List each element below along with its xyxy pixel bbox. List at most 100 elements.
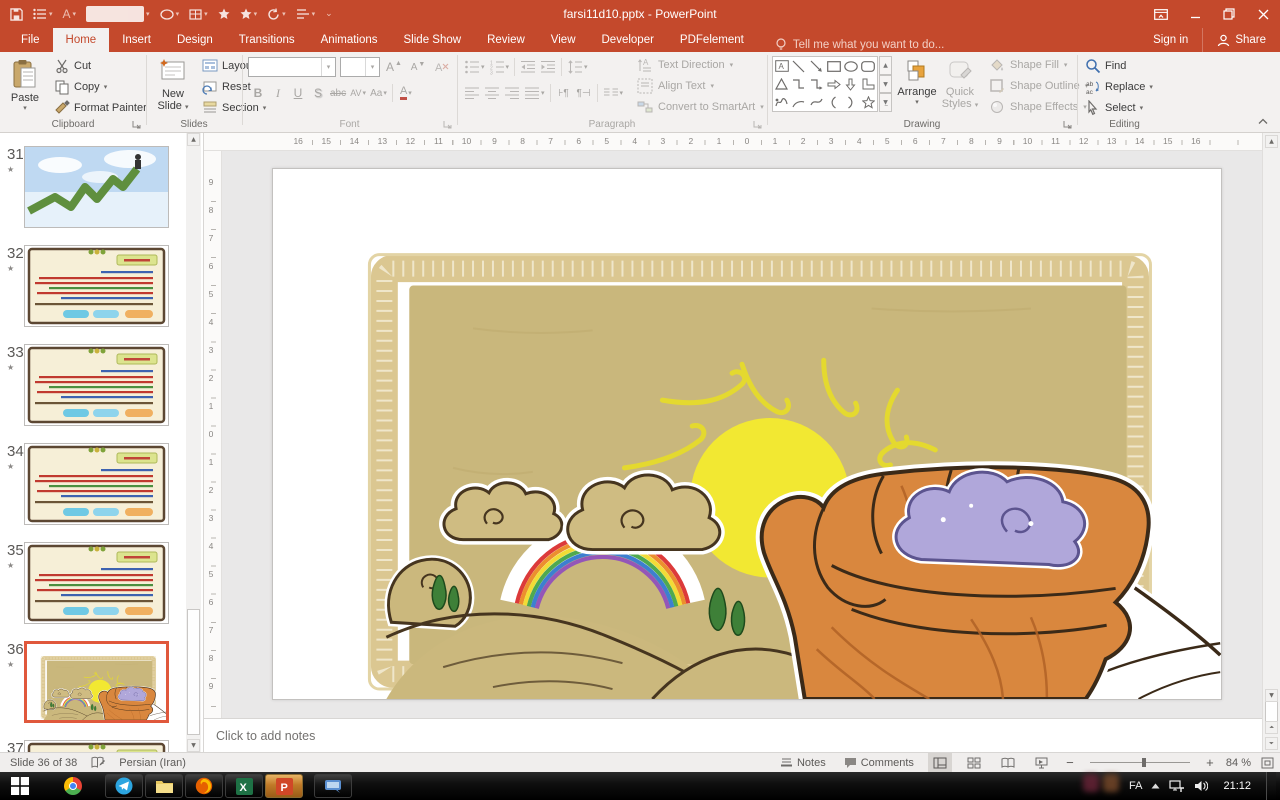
slide-thumbnail-33[interactable]: 33★	[0, 344, 184, 426]
scroll-down-icon[interactable]: ▼	[187, 739, 200, 752]
align-right-button[interactable]	[502, 83, 522, 103]
taskbar-clock[interactable]: 21:12	[1217, 780, 1257, 792]
right-to-left-button[interactable]: ¶⊣	[574, 83, 594, 103]
star-icon[interactable]	[218, 8, 230, 20]
oval-icon[interactable]: ▾	[160, 9, 180, 20]
slide-thumbnail-32[interactable]: 32★	[0, 245, 184, 327]
pinned-app-icon[interactable]	[314, 774, 352, 798]
decrease-indent-button[interactable]	[518, 57, 538, 77]
scroll-down-icon[interactable]: ▼	[1265, 689, 1278, 702]
tab-transitions[interactable]: Transitions	[226, 28, 308, 52]
text-direction-button[interactable]: A Text Direction▾	[633, 54, 768, 75]
shape-left-parenthesis[interactable]	[825, 93, 842, 111]
thumbnail-preview[interactable]	[24, 740, 169, 752]
notes-toggle[interactable]: Notes	[776, 753, 830, 773]
slide-thumbnail-35[interactable]: 35★	[0, 542, 184, 624]
sign-in-button[interactable]: Sign in	[1139, 34, 1202, 46]
shape-right-parenthesis[interactable]	[842, 93, 859, 111]
view-slideshow-icon[interactable]	[1030, 753, 1054, 773]
tab-pdfelement[interactable]: PDFelement	[667, 28, 757, 52]
slide-counter[interactable]: Slide 36 of 38	[10, 757, 77, 769]
shape-triangle[interactable]	[773, 75, 790, 93]
powerpoint-icon[interactable]: P	[265, 774, 303, 798]
tab-developer[interactable]: Developer	[589, 28, 667, 52]
more-icon[interactable]: ⌄	[325, 9, 333, 19]
shape-textbox[interactable]: A	[773, 57, 790, 75]
list-icon[interactable]: ▾	[33, 8, 53, 20]
font-size-combo[interactable]: ▾	[340, 57, 380, 77]
thumbnail-preview[interactable]	[24, 641, 169, 723]
volume-icon[interactable]	[1194, 780, 1208, 792]
align-text-button[interactable]: Align Text▾	[633, 75, 768, 96]
explorer-icon[interactable]	[145, 774, 183, 798]
tab-review[interactable]: Review	[474, 28, 538, 52]
language-input-indicator[interactable]: FA	[1129, 780, 1142, 792]
zoom-level[interactable]: 84 %	[1226, 757, 1251, 769]
columns-button[interactable]: ▾	[601, 83, 626, 103]
shape-star[interactable]	[860, 93, 877, 111]
save-icon[interactable]	[10, 8, 23, 21]
thumbnail-preview[interactable]	[24, 245, 169, 327]
spellcheck-icon[interactable]	[91, 756, 105, 769]
shape-right-arrow[interactable]	[825, 75, 842, 93]
thumbnail-preview[interactable]	[24, 542, 169, 624]
format-painter-button[interactable]: Format Painter	[50, 97, 151, 118]
minimize-icon[interactable]	[1178, 0, 1212, 28]
shape-arc[interactable]	[790, 93, 807, 111]
paragraph-dialog-launcher-icon[interactable]	[753, 120, 763, 130]
thumbnail-preview[interactable]	[24, 443, 169, 525]
tab-file[interactable]: File	[8, 28, 53, 52]
font-color-button[interactable]: A▾	[396, 83, 416, 103]
shape-gallery-more-icon[interactable]: ▼̲	[879, 93, 892, 112]
select-button[interactable]: Select▾	[1081, 97, 1157, 118]
shape-elbow-arrow-connector[interactable]	[808, 75, 825, 93]
slide-36-canvas[interactable]	[272, 168, 1222, 700]
bullets-button[interactable]: ▾	[462, 57, 487, 77]
tab-insert[interactable]: Insert	[109, 28, 164, 52]
underline-button[interactable]: U	[288, 83, 308, 103]
quick-styles-button[interactable]: QuickStyles ▾	[939, 54, 981, 128]
shape-corner[interactable]	[860, 75, 877, 93]
paragraph-icon[interactable]: ▾	[296, 8, 316, 20]
shape-oval[interactable]	[842, 57, 859, 75]
next-slide-icon[interactable]: ⏷	[1265, 737, 1278, 750]
tab-animations[interactable]: Animations	[308, 28, 391, 52]
tray-expand-icon[interactable]	[1151, 783, 1160, 789]
shape-down-arrow[interactable]	[842, 75, 859, 93]
shape-freeform[interactable]	[773, 93, 790, 111]
close-icon[interactable]	[1246, 0, 1280, 28]
clear-formatting-button[interactable]: A	[432, 57, 452, 77]
excel-icon[interactable]: X	[225, 774, 263, 798]
shape-rounded-rectangle[interactable]	[860, 57, 877, 75]
change-case-button[interactable]: Aa▾	[368, 83, 389, 103]
clipboard-dialog-launcher-icon[interactable]	[132, 120, 142, 130]
slide-thumbnail-34[interactable]: 34★	[0, 443, 184, 525]
textbox-icon[interactable]: ▾	[86, 6, 150, 22]
draw-icon[interactable]: ▾	[267, 8, 286, 21]
increase-indent-button[interactable]	[538, 57, 558, 77]
zoom-in-button[interactable]: +	[1204, 755, 1216, 770]
align-center-button[interactable]	[482, 83, 502, 103]
replace-button[interactable]: abac Replace▾	[1081, 76, 1157, 97]
cut-button[interactable]: Cut	[50, 55, 151, 76]
bold-button[interactable]: B	[248, 83, 268, 103]
paste-button[interactable]: Paste ▾	[2, 54, 48, 128]
network-icon[interactable]	[1169, 780, 1185, 793]
justify-button[interactable]: ▾	[522, 83, 547, 103]
scroll-up-icon[interactable]: ▲	[187, 133, 200, 146]
decrease-font-size-button[interactable]: A▼	[408, 57, 428, 77]
view-sorter-icon[interactable]	[962, 753, 986, 773]
thumbnail-preview[interactable]	[24, 146, 169, 228]
character-spacing-button[interactable]: AV▾	[348, 83, 368, 103]
slide-editing-area[interactable]	[222, 151, 1262, 718]
view-normal-icon[interactable]	[928, 753, 952, 773]
shape-curve[interactable]	[808, 93, 825, 111]
shape-arrow[interactable]	[808, 57, 825, 75]
slide-thumbnail-37[interactable]: 37★	[0, 740, 184, 752]
zoom-slider-thumb[interactable]	[1142, 758, 1146, 767]
copy-button[interactable]: Copy ▾	[50, 76, 151, 97]
shape-rectangle[interactable]	[825, 57, 842, 75]
text-shadow-button[interactable]: S	[308, 83, 328, 103]
thumbnail-preview[interactable]	[24, 344, 169, 426]
scroll-up-icon[interactable]: ▲	[1265, 135, 1278, 148]
